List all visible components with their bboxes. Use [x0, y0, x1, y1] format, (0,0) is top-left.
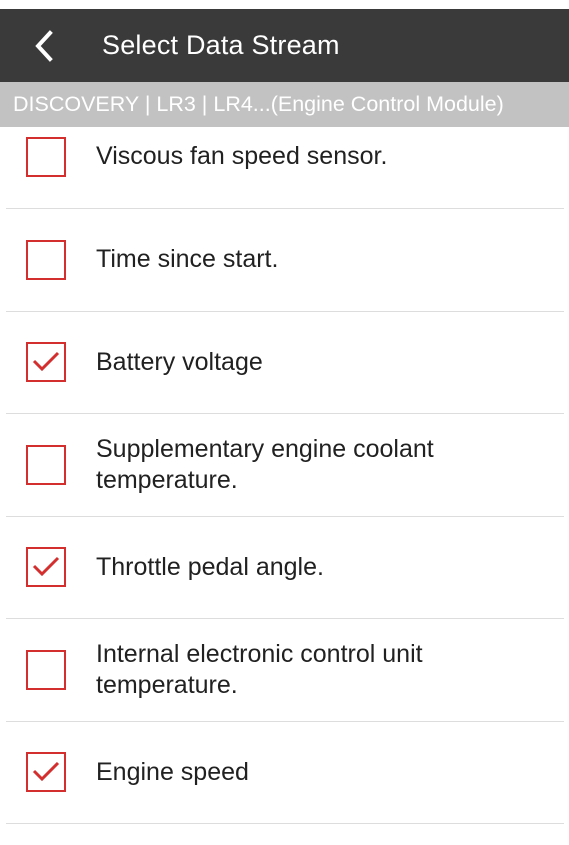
item-label: Battery voltage [96, 347, 263, 376]
app-bar: Select Data Stream [0, 9, 569, 82]
list-item[interactable]: Time since start. [6, 209, 564, 312]
list-item[interactable]: Throttle pedal angle. [6, 517, 564, 619]
list-item[interactable]: Internal electronic control unit tempera… [6, 619, 564, 722]
checkbox[interactable] [26, 444, 66, 485]
status-strip [0, 0, 569, 9]
item-label: Supplementary engine coolant temperature… [96, 434, 434, 494]
checkbox[interactable] [26, 239, 66, 280]
page-title: Select Data Stream [102, 30, 340, 60]
list-item[interactable]: Engine speed [6, 722, 564, 824]
list-item[interactable]: Supplementary engine coolant temperature… [6, 414, 564, 517]
checkbox[interactable] [26, 342, 66, 383]
item-label: Throttle pedal angle. [96, 552, 324, 581]
list-item[interactable]: Viscous fan speed sensor. [6, 105, 564, 209]
data-stream-list: Viscous fan speed sensor. Time since sta… [0, 105, 569, 824]
checkbox[interactable] [26, 752, 66, 793]
chevron-left-icon [35, 29, 53, 62]
back-button[interactable] [0, 9, 62, 82]
checkmark-icon [32, 762, 60, 782]
checkbox[interactable] [26, 547, 66, 588]
checkbox[interactable] [26, 649, 66, 690]
item-label: Viscous fan speed sensor. [96, 142, 388, 170]
item-label: Internal electronic control unit tempera… [96, 639, 423, 699]
item-label: Time since start. [96, 245, 279, 274]
checkbox[interactable] [26, 136, 66, 177]
item-label: Engine speed [96, 757, 249, 786]
checkmark-icon [32, 557, 60, 577]
checkmark-icon [32, 352, 60, 372]
list-item[interactable]: Battery voltage [6, 312, 564, 414]
